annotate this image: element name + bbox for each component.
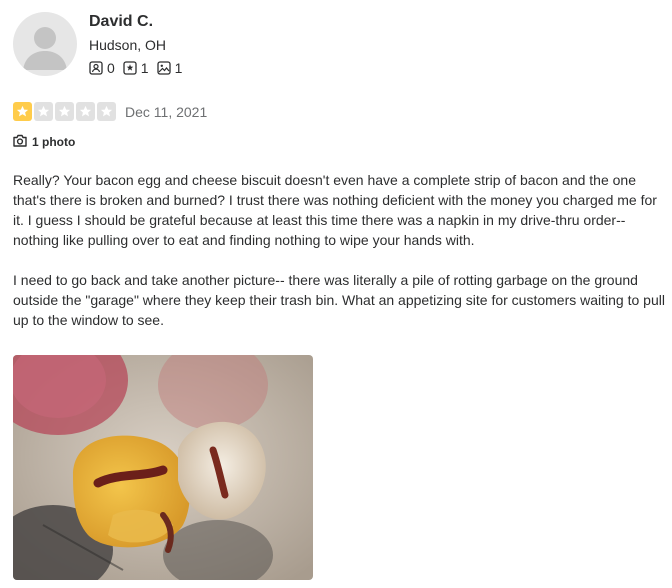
food-photo-image [13, 355, 313, 580]
review-paragraph: Really? Your bacon egg and cheese biscui… [13, 172, 657, 248]
review-photo[interactable] [13, 355, 313, 580]
rating-row: Dec 11, 2021 [13, 102, 207, 121]
star-icon [13, 102, 32, 121]
photos-icon [156, 61, 171, 75]
friends-icon [89, 61, 103, 75]
default-avatar-icon [23, 27, 67, 70]
review-date: Dec 11, 2021 [125, 103, 208, 120]
star-icon [76, 102, 95, 121]
friends-count: 0 [107, 60, 115, 76]
review-paragraph: I need to go back and take another pictu… [13, 272, 665, 328]
user-location: Hudson, OH [89, 37, 167, 53]
reviews-icon [123, 61, 137, 75]
star-icon [55, 102, 74, 121]
photos-stat: 1 [156, 59, 183, 77]
photos-count: 1 [174, 60, 183, 76]
camera-icon [13, 134, 27, 150]
reviews-count: 1 [140, 60, 149, 76]
review-text: Really? Your bacon egg and cheese biscui… [13, 170, 665, 350]
user-avatar[interactable] [13, 12, 77, 76]
review-card: David C. Hudson, OH 0 1 1 Dec 11, 2021 1… [0, 0, 672, 588]
user-name[interactable]: David C. [89, 12, 153, 32]
friends-stat: 0 [89, 59, 115, 77]
photo-count-link[interactable]: 1 photo [13, 134, 75, 150]
photo-count-label: 1 photo [32, 135, 76, 149]
star-icon [97, 102, 116, 121]
reviews-stat: 1 [123, 59, 149, 77]
star-rating [13, 102, 116, 121]
star-icon [34, 102, 53, 121]
user-stats: 0 1 1 [89, 59, 182, 77]
